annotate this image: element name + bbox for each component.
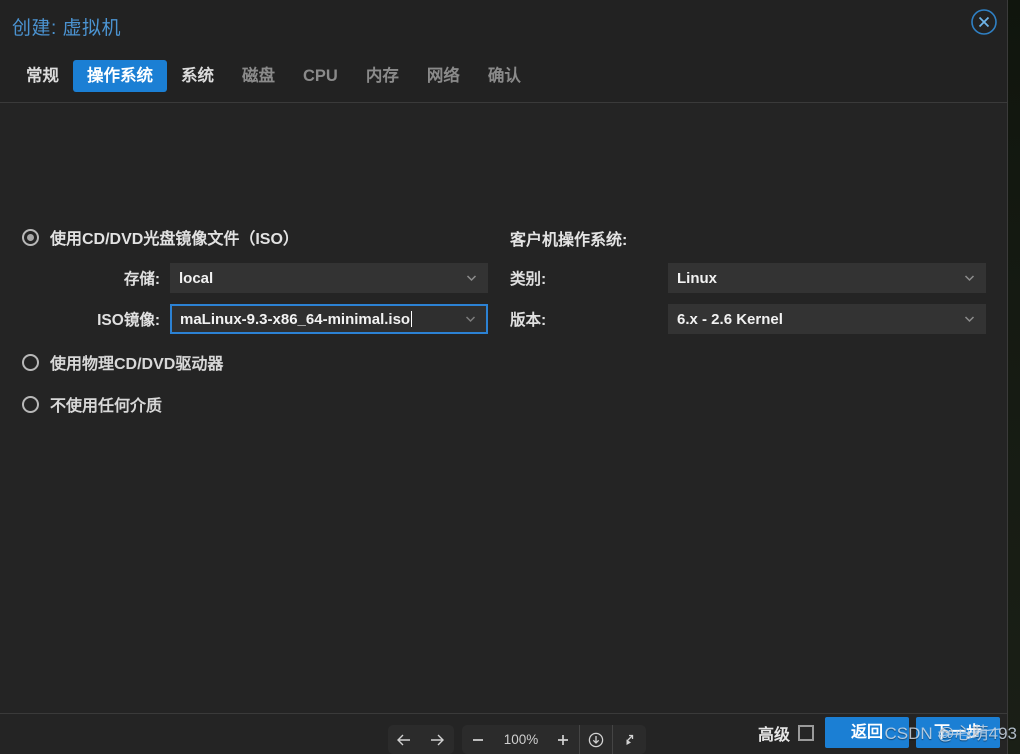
iso-image-value: maLinux-9.3-x86_64-minimal.iso xyxy=(180,310,411,328)
chevron-down-icon xyxy=(465,272,478,285)
minus-icon[interactable] xyxy=(462,725,495,754)
tab-memory[interactable]: 内存 xyxy=(352,60,413,92)
back-button[interactable]: 返回 xyxy=(825,717,909,748)
tab-bar: 常规 操作系统 系统 磁盘 CPU 内存 网络 确认 xyxy=(0,50,1007,103)
dialog-title: 创建: 虚拟机 xyxy=(12,18,122,39)
storage-value: local xyxy=(179,269,214,287)
os-type-value: Linux xyxy=(677,269,717,287)
tab-cpu[interactable]: CPU xyxy=(289,60,352,92)
tab-os[interactable]: 操作系统 xyxy=(73,60,167,92)
plus-icon[interactable] xyxy=(547,725,580,754)
advanced-label: 高级 xyxy=(757,726,790,744)
chevron-down-icon xyxy=(464,313,477,326)
storage-field-row: 存储: local xyxy=(0,263,488,293)
advanced-toggle[interactable]: 高级 xyxy=(758,721,814,745)
os-version-field-row: 版本: 6.x - 2.6 Kernel xyxy=(500,304,986,334)
radio-label-none: 不使用任何介质 xyxy=(50,398,163,415)
guest-os-column: 客户机操作系统: 类别: Linux 版本: 6.x - 2.6 Kernel xyxy=(500,103,1007,713)
radio-no-media[interactable]: 不使用任何介质 xyxy=(22,392,162,416)
os-type-select[interactable]: Linux xyxy=(668,263,986,293)
download-circle-icon[interactable] xyxy=(580,725,613,754)
radio-indicator-iso xyxy=(22,228,39,246)
advanced-checkbox[interactable] xyxy=(798,724,814,741)
tab-network[interactable]: 网络 xyxy=(413,60,474,92)
tab-confirm[interactable]: 确认 xyxy=(474,60,535,92)
storage-label: 存储: xyxy=(123,271,160,288)
radio-use-iso-file[interactable]: 使用CD/DVD光盘镜像文件（ISO） xyxy=(22,225,299,249)
viewer-zoom-toolbar: 100% xyxy=(388,725,646,754)
os-version-select[interactable]: 6.x - 2.6 Kernel xyxy=(668,304,986,334)
next-button[interactable]: 下一步 xyxy=(916,717,1000,748)
tab-general[interactable]: 常规 xyxy=(12,60,73,92)
os-version-value: 6.x - 2.6 Kernel xyxy=(677,310,783,328)
zoom-level-value[interactable]: 100% xyxy=(495,732,547,747)
radio-label-physical: 使用物理CD/DVD驱动器 xyxy=(50,356,224,373)
chevron-down-icon xyxy=(963,272,976,285)
os-type-field-row: 类别: Linux xyxy=(500,263,986,293)
dialog-body: 使用CD/DVD光盘镜像文件（ISO） 存储: local ISO镜像: maL… xyxy=(0,103,1007,713)
iso-image-select[interactable]: maLinux-9.3-x86_64-minimal.iso xyxy=(170,304,488,334)
arrow-right-icon[interactable] xyxy=(421,725,454,754)
radio-indicator-physical xyxy=(22,353,39,371)
close-circle-icon[interactable] xyxy=(969,7,999,37)
guest-os-header: 客户机操作系统: xyxy=(510,232,628,249)
media-column: 使用CD/DVD光盘镜像文件（ISO） 存储: local ISO镜像: maL… xyxy=(0,103,500,713)
os-type-label: 类别: xyxy=(510,271,547,288)
text-caret xyxy=(411,310,413,327)
iso-image-label: ISO镜像: xyxy=(97,312,160,329)
tab-system[interactable]: 系统 xyxy=(167,60,228,92)
os-version-label: 版本: xyxy=(510,312,547,329)
iso-field-row: ISO镜像: maLinux-9.3-x86_64-minimal.iso xyxy=(0,304,488,334)
chevron-down-icon xyxy=(963,313,976,326)
radio-indicator-none xyxy=(22,395,39,413)
radio-use-physical-drive[interactable]: 使用物理CD/DVD驱动器 xyxy=(22,350,223,374)
tab-disks[interactable]: 磁盘 xyxy=(228,60,289,92)
storage-select[interactable]: local xyxy=(170,263,488,293)
iso-image-value-wrap: maLinux-9.3-x86_64-minimal.iso xyxy=(172,310,413,328)
arrow-left-icon[interactable] xyxy=(388,725,421,754)
zoom-button-group: 100% xyxy=(462,725,646,754)
create-vm-dialog: 创建: 虚拟机 常规 操作系统 系统 磁盘 CPU 内存 网络 确认 使用CD/… xyxy=(0,0,1008,754)
radio-label-iso: 使用CD/DVD光盘镜像文件（ISO） xyxy=(50,231,299,248)
nav-button-group xyxy=(388,725,454,754)
dialog-header: 创建: 虚拟机 xyxy=(0,0,1007,50)
fit-screen-icon[interactable] xyxy=(613,725,646,754)
footer-actions: 高级 返回 下一步 xyxy=(758,717,1000,748)
